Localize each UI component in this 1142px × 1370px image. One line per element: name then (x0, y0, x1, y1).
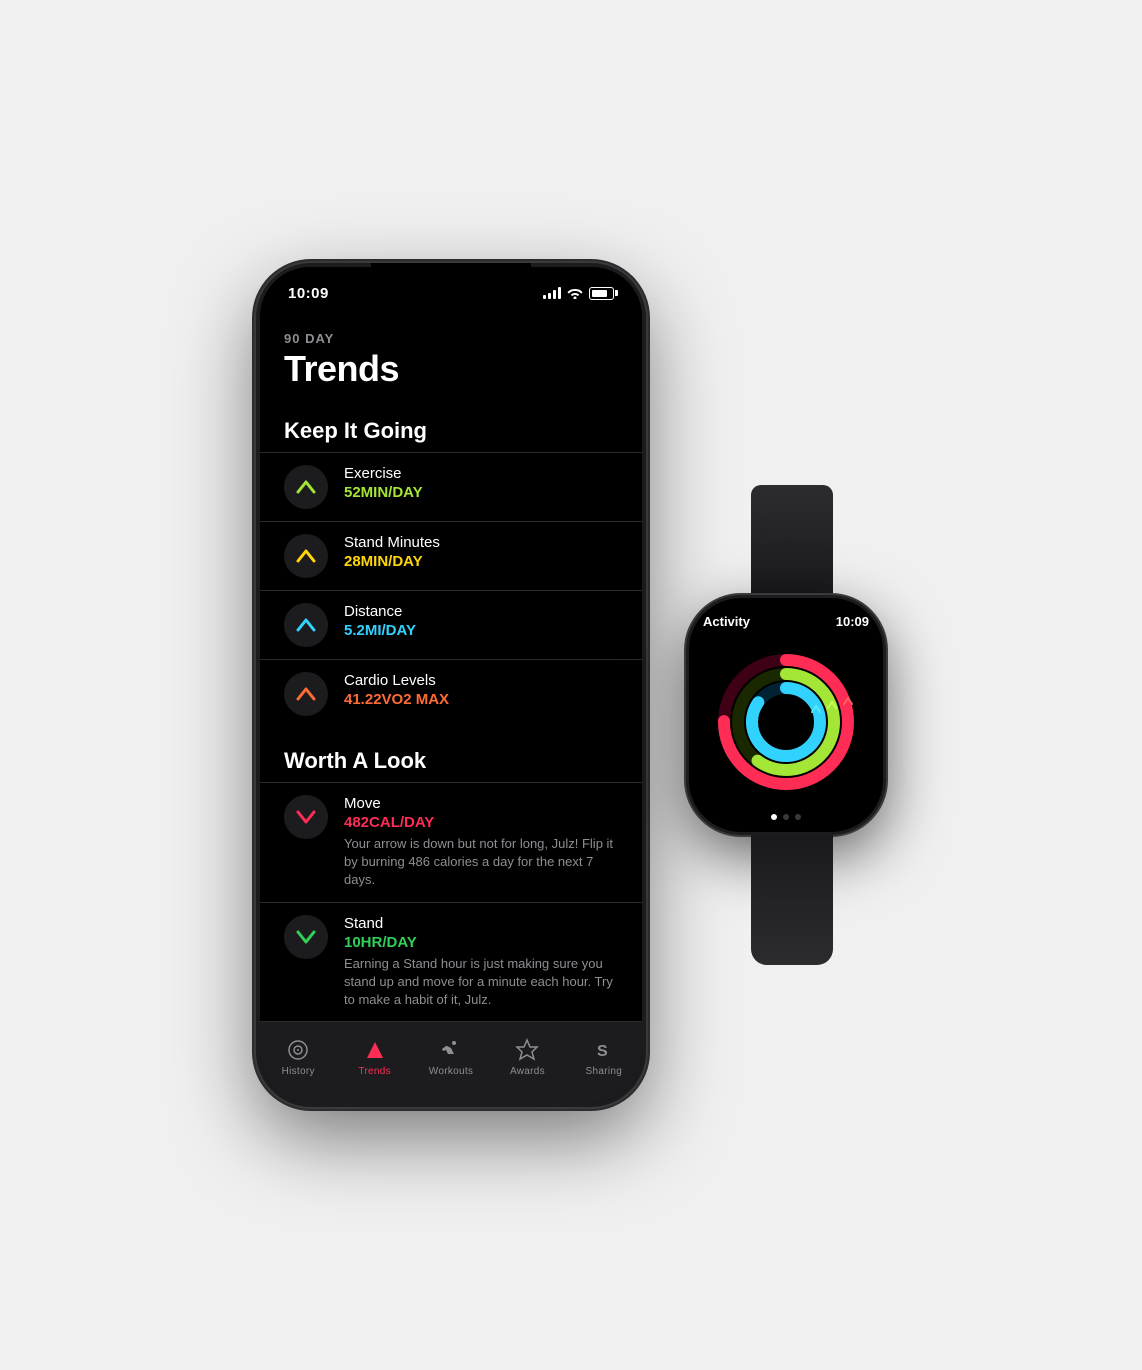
watch-header: Activity 10:09 (703, 614, 869, 629)
scene: 10:09 90 DAY Trends (256, 263, 886, 1107)
trends-icon (363, 1038, 387, 1062)
app-content: 90 DAY Trends Keep It Going Exercise 52M… (260, 311, 642, 1103)
iphone-screen: 10:09 90 DAY Trends (260, 267, 642, 1103)
chevron-up-yellow-icon (296, 549, 316, 563)
tab-sharing-label: Sharing (586, 1066, 623, 1077)
exercise-name: Exercise (344, 465, 618, 482)
watch-dot-1 (771, 814, 777, 820)
stand-minutes-arrow-circle (284, 534, 328, 578)
chevron-down-pink-icon (296, 810, 316, 824)
stand-name: Stand (344, 915, 618, 932)
cardio-info: Cardio Levels 41.22VO2 MAX (344, 672, 618, 708)
stand-arrow-circle (284, 915, 328, 959)
watch-band-bottom (751, 835, 833, 965)
trend-item-cardio[interactable]: Cardio Levels 41.22VO2 MAX (260, 659, 642, 728)
history-icon (286, 1038, 310, 1062)
wifi-icon (567, 287, 583, 299)
trend-item-exercise[interactable]: Exercise 52MIN/DAY (260, 452, 642, 521)
workouts-icon (439, 1038, 463, 1062)
move-name: Move (344, 795, 618, 812)
activity-rings (703, 637, 869, 806)
stand-minutes-value: 28MIN/DAY (344, 553, 618, 570)
cardio-name: Cardio Levels (344, 672, 618, 689)
iphone-notch (371, 263, 531, 293)
page-title: Trends (284, 348, 618, 390)
watch-screen: Activity 10:09 (689, 598, 883, 832)
distance-name: Distance (344, 603, 618, 620)
worth-a-look-label: Worth A Look (260, 736, 642, 782)
status-icons (543, 287, 614, 300)
trend-item-stand-minutes[interactable]: Stand Minutes 28MIN/DAY (260, 521, 642, 590)
watch-dot-3 (795, 814, 801, 820)
cardio-value: 41.22VO2 MAX (344, 691, 618, 708)
tab-trends-label: Trends (358, 1066, 391, 1077)
awards-icon (515, 1038, 539, 1062)
watch-body: Activity 10:09 (686, 595, 886, 835)
cardio-arrow-circle (284, 672, 328, 716)
tab-trends[interactable]: Trends (336, 1038, 412, 1077)
tab-history[interactable]: History (260, 1038, 336, 1077)
watch-band-top (751, 485, 833, 595)
stand-minutes-name: Stand Minutes (344, 534, 618, 551)
battery-icon (589, 287, 614, 300)
tab-workouts-label: Workouts (429, 1066, 473, 1077)
distance-value: 5.2MI/DAY (344, 622, 618, 639)
exercise-value: 52MIN/DAY (344, 484, 618, 501)
chevron-down-teal-icon (296, 930, 316, 944)
move-value: 482CAL/DAY (344, 814, 618, 831)
trend-item-stand[interactable]: Stand 10HR/DAY Earning a Stand hour is j… (260, 902, 642, 1022)
distance-arrow-circle (284, 603, 328, 647)
tab-sharing[interactable]: S Sharing (566, 1038, 642, 1077)
stand-info: Stand 10HR/DAY Earning a Stand hour is j… (344, 915, 618, 1010)
tab-awards-label: Awards (510, 1066, 545, 1077)
sharing-icon: S (592, 1038, 616, 1062)
exercise-info: Exercise 52MIN/DAY (344, 465, 618, 501)
tab-history-label: History (282, 1066, 315, 1077)
trend-item-move[interactable]: Move 482CAL/DAY Your arrow is down but n… (260, 782, 642, 902)
move-arrow-circle (284, 795, 328, 839)
day-label: 90 DAY (284, 331, 618, 346)
chevron-up-green-icon (296, 480, 316, 494)
watch-app-title: Activity (703, 614, 750, 629)
apple-watch-device: Activity 10:09 (686, 485, 886, 965)
watch-page-dots (703, 814, 869, 820)
header-section: 90 DAY Trends (260, 311, 642, 406)
stand-value: 10HR/DAY (344, 934, 618, 951)
move-description: Your arrow is down but not for long, Jul… (344, 835, 618, 890)
stand-description: Earning a Stand hour is just making sure… (344, 955, 618, 1010)
tab-bar: History Trends Workouts (260, 1021, 642, 1103)
svg-text:S: S (597, 1043, 608, 1060)
chevron-up-orange-icon (296, 687, 316, 701)
chevron-up-cyan-icon (296, 618, 316, 632)
tab-awards[interactable]: Awards (489, 1038, 565, 1077)
move-info: Move 482CAL/DAY Your arrow is down but n… (344, 795, 618, 890)
rings-svg (716, 652, 856, 792)
exercise-arrow-circle (284, 465, 328, 509)
tab-workouts[interactable]: Workouts (413, 1038, 489, 1077)
distance-info: Distance 5.2MI/DAY (344, 603, 618, 639)
trend-item-distance[interactable]: Distance 5.2MI/DAY (260, 590, 642, 659)
iphone-device: 10:09 90 DAY Trends (256, 263, 646, 1107)
signal-icon (543, 287, 561, 299)
watch-time: 10:09 (836, 614, 869, 629)
status-time: 10:09 (288, 285, 329, 302)
stand-minutes-info: Stand Minutes 28MIN/DAY (344, 534, 618, 570)
watch-dot-2 (783, 814, 789, 820)
keep-it-going-label: Keep It Going (260, 406, 642, 452)
